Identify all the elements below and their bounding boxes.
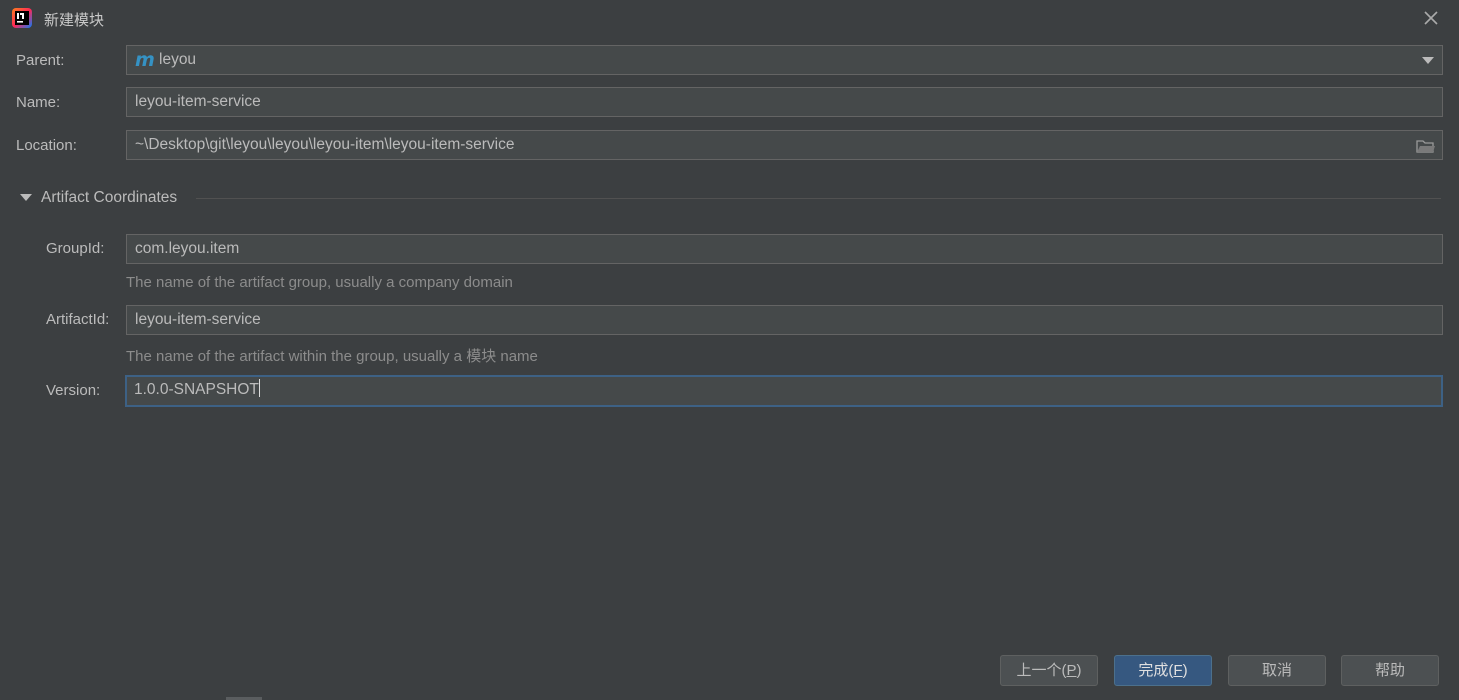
previous-button-text: 上一个( — [1016, 662, 1067, 679]
finish-button[interactable]: 完成(F) — [1114, 655, 1212, 686]
parent-select[interactable]: m leyou — [126, 45, 1443, 75]
previous-button[interactable]: 上一个(P) — [1000, 655, 1098, 686]
finish-button-mnemonic: F — [1173, 662, 1183, 679]
artifact-coordinates-title[interactable]: Artifact Coordinates — [41, 189, 177, 207]
close-icon[interactable] — [1419, 6, 1443, 30]
artifactid-hint: The name of the artifact within the grou… — [126, 348, 538, 365]
cancel-button[interactable]: 取消 — [1228, 655, 1326, 686]
groupid-input[interactable]: com.leyou.item — [126, 234, 1443, 264]
name-input[interactable]: leyou-item-service — [126, 87, 1443, 117]
location-label: Location: — [16, 137, 77, 154]
name-label: Name: — [16, 94, 61, 111]
text-caret — [258, 379, 260, 397]
version-value: 1.0.0-SNAPSHOT — [134, 381, 259, 398]
location-value: ~\Desktop\git\leyou\leyou\leyou-item\ley… — [135, 136, 515, 153]
section-divider — [196, 198, 1441, 199]
triangle-down-icon[interactable] — [20, 194, 32, 201]
groupid-label: GroupId: — [46, 240, 105, 257]
artifactid-input[interactable]: leyou-item-service — [126, 305, 1443, 335]
intellij-idea-icon — [12, 8, 32, 28]
parent-value: leyou — [159, 51, 197, 68]
version-label: Version: — [46, 382, 101, 399]
previous-button-suffix: ) — [1076, 662, 1082, 679]
location-input[interactable]: ~\Desktop\git\leyou\leyou\leyou-item\ley… — [126, 130, 1443, 160]
dialog-title: 新建模块 — [44, 12, 105, 29]
previous-button-mnemonic: P — [1066, 662, 1077, 679]
title-bar: 新建模块 — [0, 0, 1459, 36]
version-input[interactable]: 1.0.0-SNAPSHOT — [125, 375, 1443, 407]
groupid-hint: The name of the artifact group, usually … — [126, 274, 513, 291]
folder-icon[interactable] — [1416, 138, 1436, 154]
artifactid-label: ArtifactId: — [46, 311, 110, 328]
help-button[interactable]: 帮助 — [1341, 655, 1439, 686]
chevron-down-icon[interactable] — [1422, 57, 1434, 64]
finish-button-text: 完成( — [1138, 662, 1174, 679]
maven-module-icon: m — [135, 49, 155, 71]
parent-label: Parent: — [16, 52, 65, 69]
finish-button-suffix: ) — [1182, 662, 1188, 679]
